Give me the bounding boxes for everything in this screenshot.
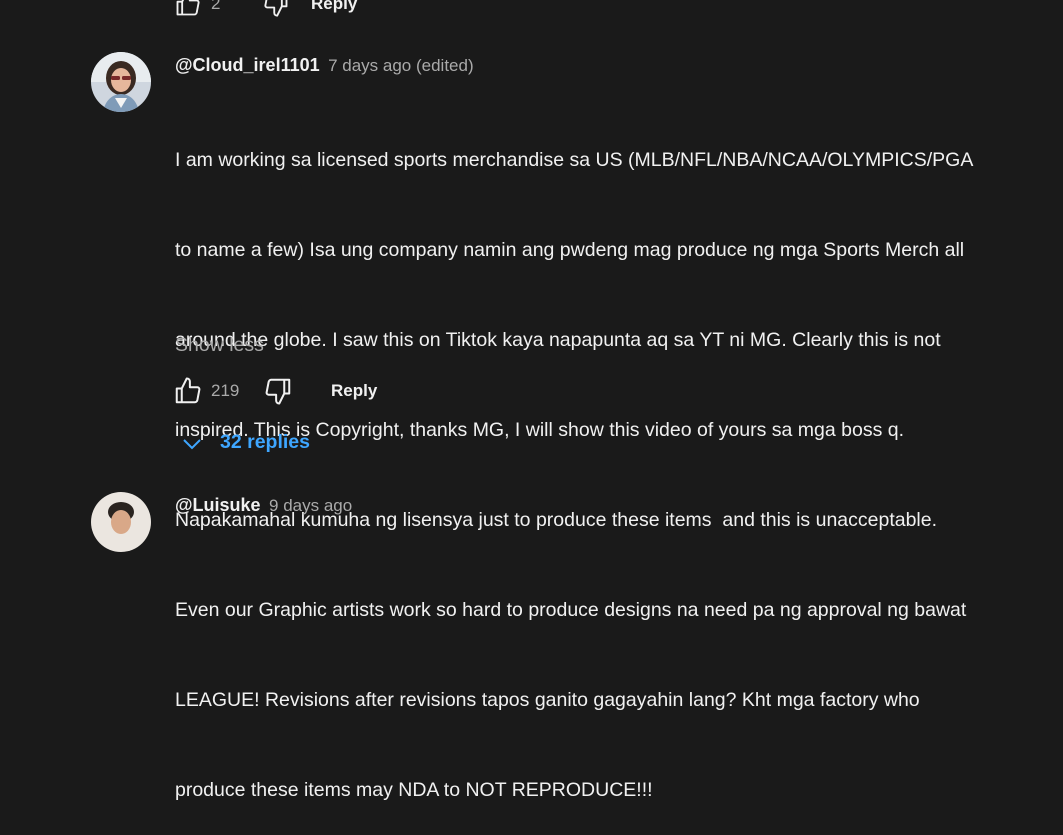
next-comment-author[interactable]: @Luisuke <box>175 495 261 515</box>
prev-reply-button[interactable]: Reply <box>311 0 357 14</box>
next-comment-avatar[interactable] <box>91 492 151 552</box>
like-count: 219 <box>211 381 240 400</box>
thumbs-down-icon[interactable] <box>261 0 291 18</box>
comment-line: produce these items may NDA to NOT REPRO… <box>175 779 653 801</box>
comment-line: I am working sa licensed sports merchand… <box>175 149 974 171</box>
thumbs-up-icon[interactable] <box>173 0 203 18</box>
next-comment-header: @Luisuke 9 days ago <box>175 495 352 516</box>
comment-timestamp[interactable]: 7 days ago (edited) <box>328 56 474 75</box>
comment-line: to name a few) Isa ung company namin ang… <box>175 239 965 261</box>
comment-author[interactable]: @Cloud_irel1101 <box>175 55 320 75</box>
comment-line: Even our Graphic artists work so hard to… <box>175 599 967 621</box>
comment-line: LEAGUE! Revisions after revisions tapos … <box>175 689 920 711</box>
comment-header: @Cloud_irel1101 7 days ago (edited) <box>175 55 474 76</box>
comment-line: around the globe. I saw this on Tiktok k… <box>175 329 941 351</box>
show-less-button[interactable]: Show less <box>175 334 264 357</box>
thumbs-up-icon[interactable] <box>173 376 203 406</box>
comment-body: I am working sa licensed sports merchand… <box>175 85 1045 835</box>
comment-actions: 219 Reply <box>170 374 470 408</box>
prev-like-count: 2 <box>211 0 221 13</box>
avatar[interactable] <box>91 52 151 112</box>
next-comment-timestamp[interactable]: 9 days ago <box>269 496 352 515</box>
thumbs-down-icon[interactable] <box>263 376 293 406</box>
prev-comment-actions: 2 Reply <box>170 0 470 18</box>
replies-count-label: 32 replies <box>220 431 310 453</box>
reply-button[interactable]: Reply <box>331 381 377 401</box>
chevron-down-icon <box>180 432 204 456</box>
